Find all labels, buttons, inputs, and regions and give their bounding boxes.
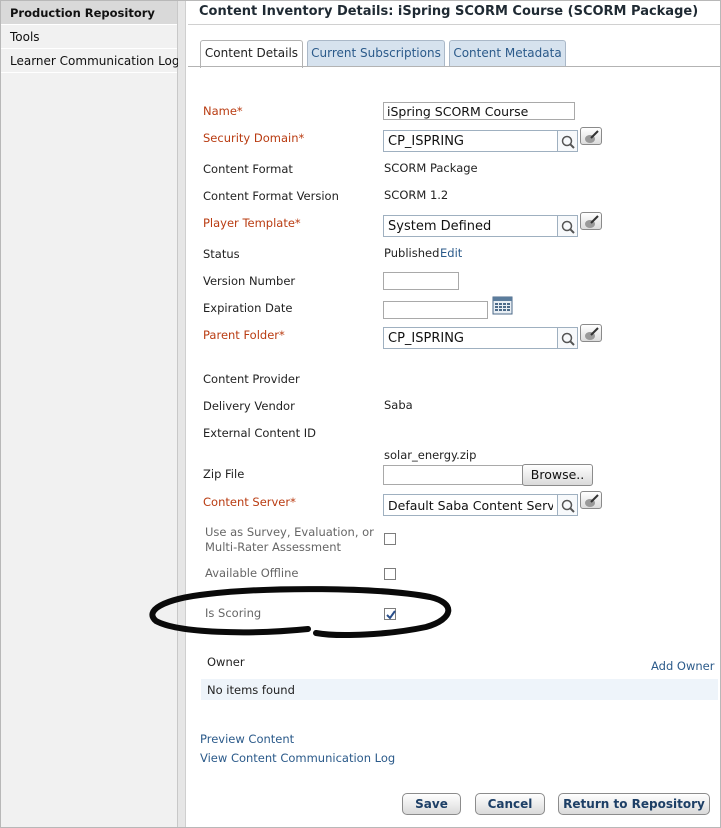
use-as-survey-checkbox[interactable]: [384, 533, 396, 545]
delivery-vendor-label: Delivery Vendor: [203, 399, 295, 413]
sidebar-item-tools[interactable]: Tools: [1, 25, 177, 49]
browse-button[interactable]: Browse..: [522, 464, 593, 486]
security-domain-search-button[interactable]: [558, 130, 578, 152]
sidebar-splitter[interactable]: [178, 1, 186, 827]
content-format-value: SCORM Package: [384, 161, 478, 175]
magnifier-icon: [561, 332, 575, 346]
expiration-date-label: Expiration Date: [203, 301, 293, 315]
magnifier-icon: [561, 499, 575, 513]
add-owner-link[interactable]: Add Owner: [651, 659, 714, 673]
page-title: Content Inventory Details: iSpring SCORM…: [199, 4, 699, 19]
owner-heading: Owner: [207, 655, 245, 669]
tab-content-metadata[interactable]: Content Metadata: [449, 40, 566, 67]
status-label: Status: [203, 247, 240, 261]
preview-content-link[interactable]: Preview Content: [200, 732, 294, 746]
content-server-search-button[interactable]: [558, 494, 578, 516]
parent-folder-input[interactable]: [383, 327, 558, 349]
use-as-survey-label: Use as Survey, Evaluation, or Multi-Rate…: [205, 525, 374, 555]
zip-file-input[interactable]: [383, 465, 523, 485]
pencil-edit-icon: [585, 215, 599, 228]
parent-folder-label: Parent Folder*: [203, 328, 285, 342]
sidebar-item-production-repository[interactable]: Production Repository: [1, 1, 177, 25]
parent-folder-edit-button[interactable]: [580, 324, 602, 342]
calendar-picker-button[interactable]: [492, 296, 513, 315]
version-number-label: Version Number: [203, 274, 296, 288]
sidebar-item-learner-communication-log[interactable]: Learner Communication Log: [1, 49, 180, 73]
content-provider-label: Content Provider: [203, 372, 300, 386]
sidebar: Production Repository Tools Learner Comm…: [1, 1, 180, 827]
player-template-search-button[interactable]: [558, 215, 578, 237]
view-communication-log-link[interactable]: View Content Communication Log: [200, 751, 395, 765]
content-format-version-label: Content Format Version: [203, 189, 339, 203]
external-content-id-label: External Content ID: [203, 426, 317, 440]
security-domain-input[interactable]: [383, 130, 558, 152]
name-label: Name*: [203, 104, 243, 118]
tab-content-details[interactable]: Content Details: [200, 40, 303, 68]
pencil-edit-icon: [585, 130, 599, 143]
status-value: Published: [384, 246, 440, 260]
return-to-repository-button[interactable]: Return to Repository: [558, 793, 710, 815]
available-offline-checkbox[interactable]: [384, 568, 396, 580]
delivery-vendor-value: Saba: [384, 398, 413, 412]
annotation-ellipse: [149, 586, 452, 638]
content-server-label: Content Server*: [203, 495, 296, 509]
pencil-edit-icon: [585, 327, 599, 340]
magnifier-icon: [561, 135, 575, 149]
security-domain-label: Security Domain*: [203, 131, 305, 145]
name-input[interactable]: [383, 102, 575, 120]
status-edit-link[interactable]: Edit: [440, 246, 462, 260]
zip-current-file: solar_energy.zip: [384, 448, 477, 462]
zip-file-label: Zip File: [203, 467, 245, 481]
content-server-edit-button[interactable]: [580, 491, 602, 509]
content-server-input[interactable]: [383, 494, 558, 516]
pencil-edit-icon: [585, 494, 599, 507]
security-domain-edit-button[interactable]: [580, 127, 602, 145]
calendar-icon: [492, 296, 513, 315]
magnifier-icon: [561, 220, 575, 234]
player-template-label: Player Template*: [203, 216, 301, 230]
tab-divider: [188, 66, 720, 67]
available-offline-label: Available Offline: [205, 566, 299, 580]
use-as-survey-label-line1: Use as Survey, Evaluation, or: [205, 525, 374, 539]
cancel-button[interactable]: Cancel: [475, 793, 545, 815]
use-as-survey-label-line2: Multi-Rater Assessment: [205, 540, 341, 554]
content-format-label: Content Format: [203, 162, 293, 176]
save-button[interactable]: Save: [402, 793, 461, 815]
expiration-date-input[interactable]: [383, 301, 488, 319]
player-template-input[interactable]: [383, 215, 558, 237]
title-divider: [188, 24, 720, 25]
parent-folder-search-button[interactable]: [558, 327, 578, 349]
tab-current-subscriptions[interactable]: Current Subscriptions: [307, 40, 445, 67]
version-number-input[interactable]: [383, 272, 459, 290]
content-format-version-value: SCORM 1.2: [384, 188, 449, 202]
player-template-edit-button[interactable]: [580, 212, 602, 230]
owner-empty-text: No items found: [207, 683, 295, 697]
